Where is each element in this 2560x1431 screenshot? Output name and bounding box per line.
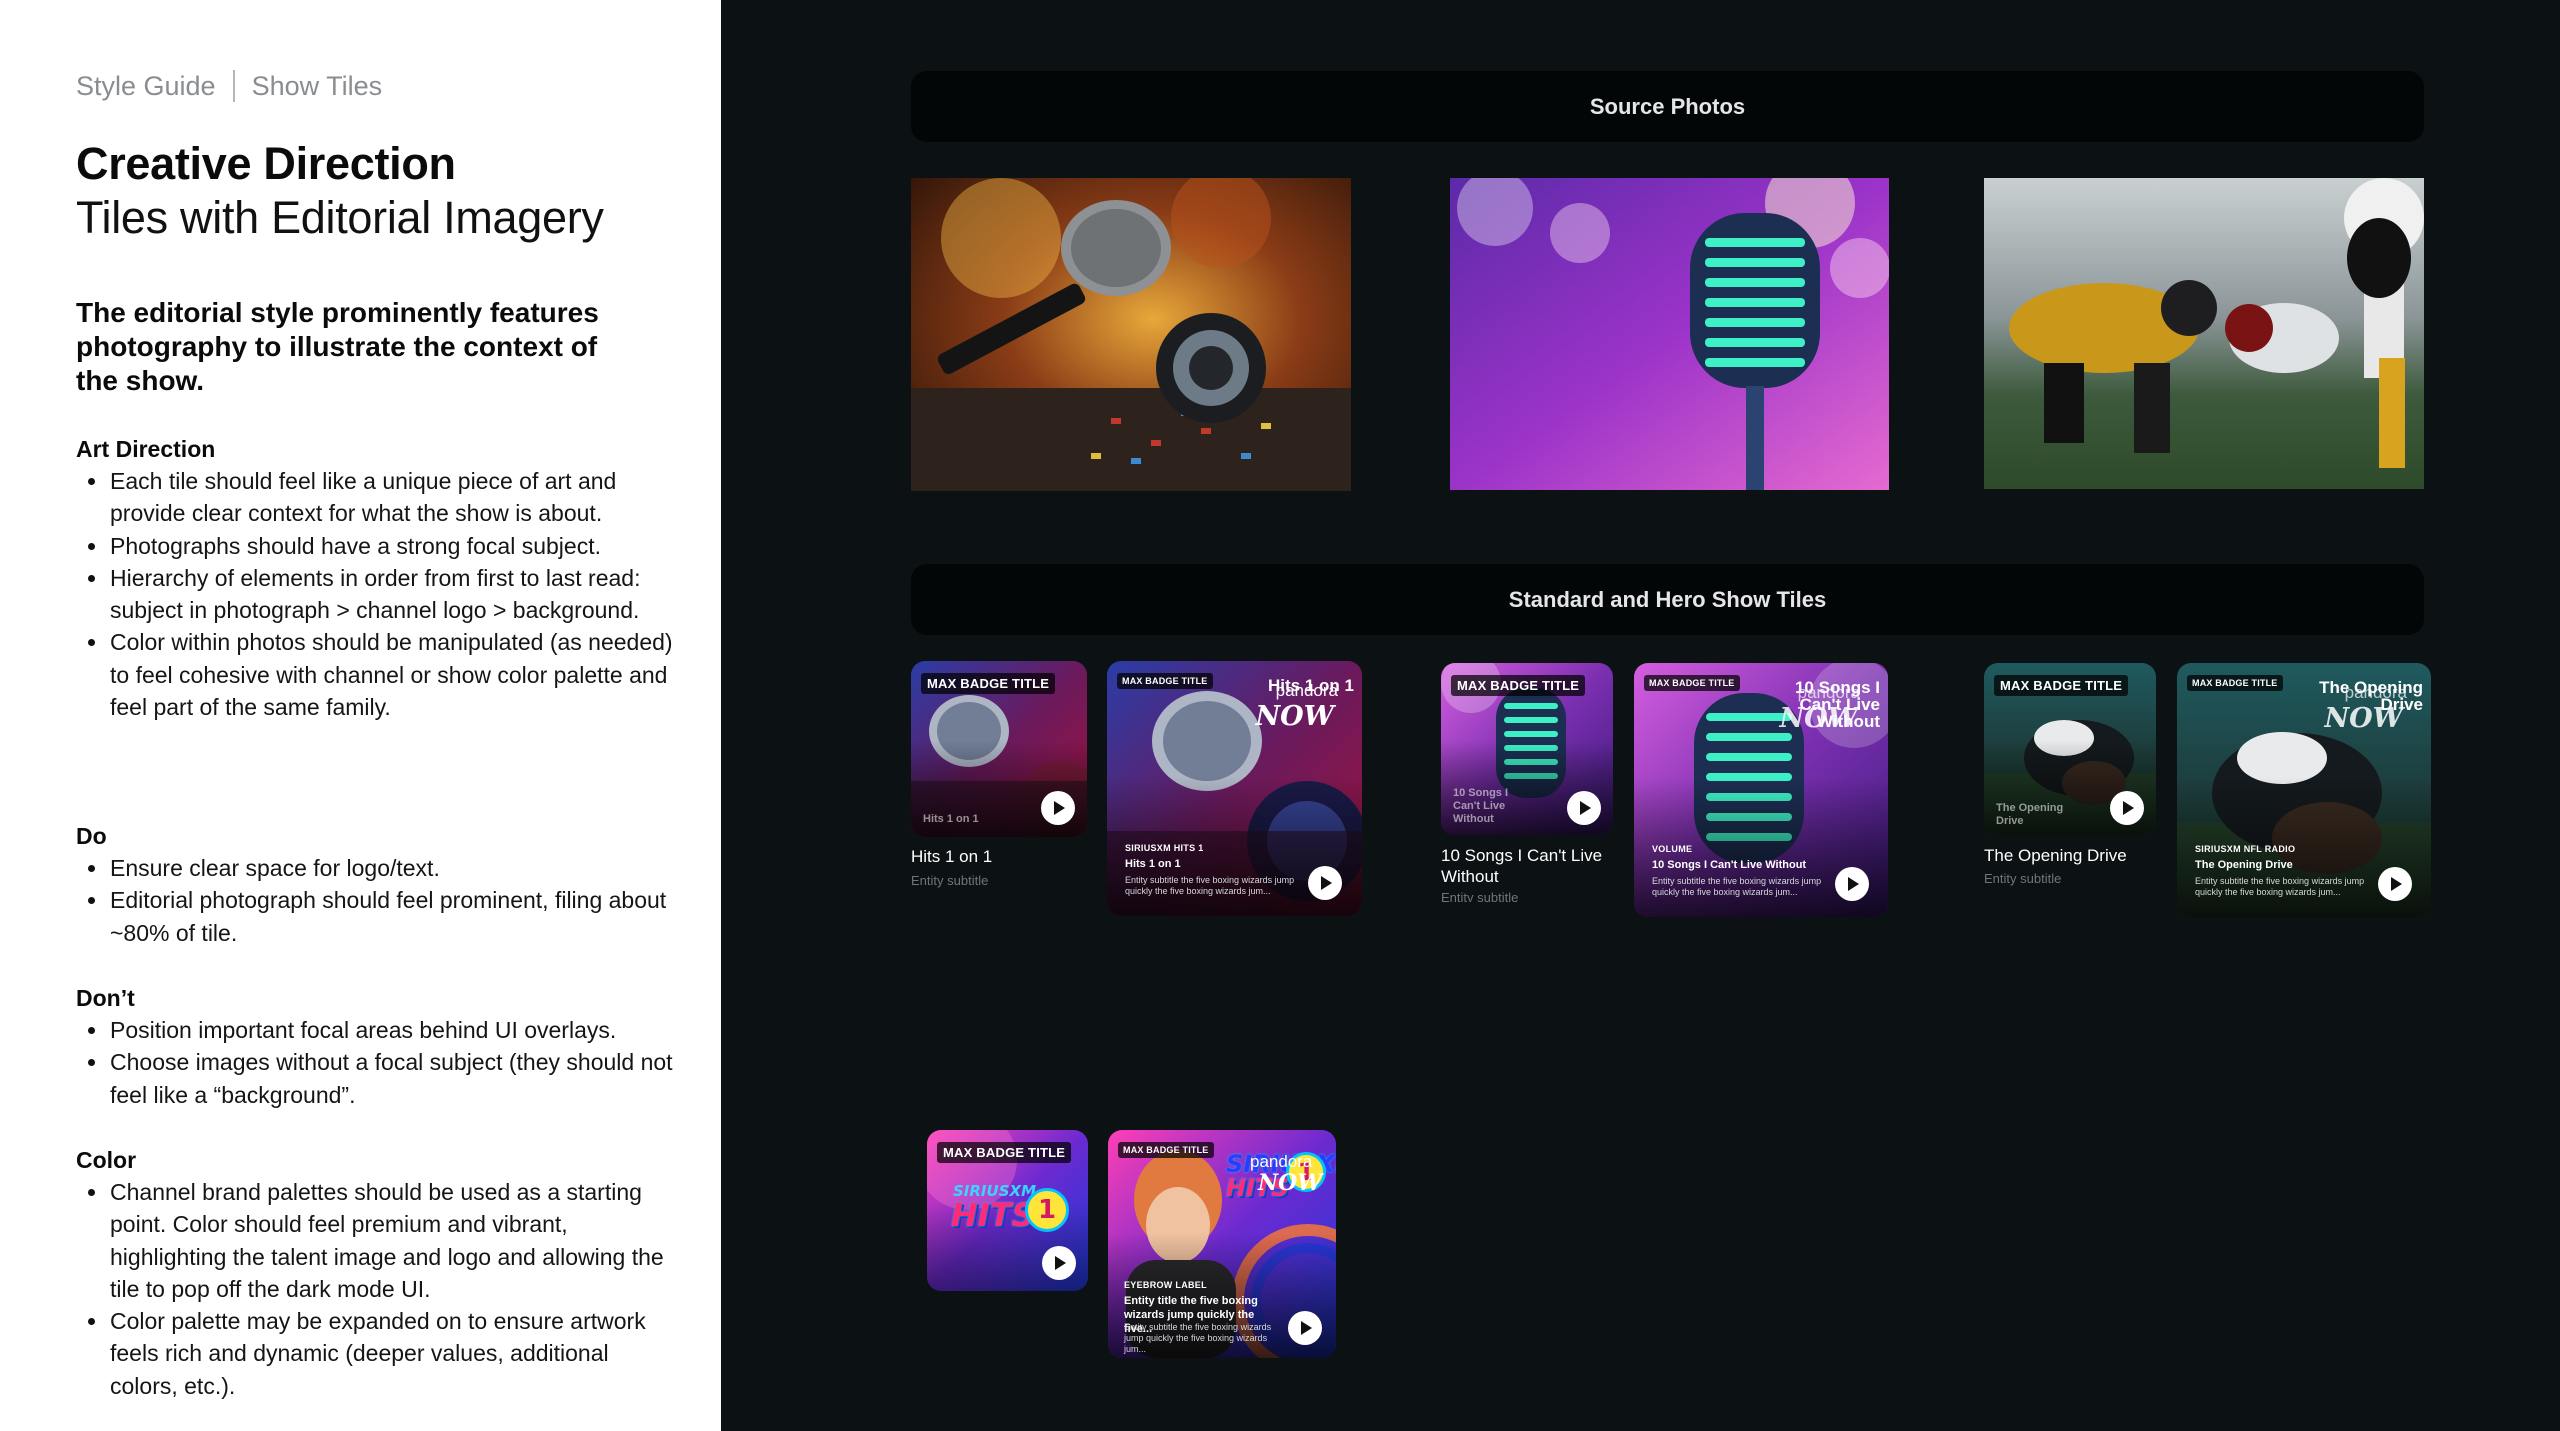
- list-item: Editorial photograph should feel promine…: [76, 884, 676, 949]
- breadcrumb-divider: [232, 70, 235, 102]
- pandora-now-logo: NOW: [1255, 701, 1334, 732]
- tile-title: Hits 1 on 1: [911, 847, 993, 866]
- max-badge: MAX BADGE TITLE: [921, 673, 1056, 694]
- max-badge: MAX BADGE TITLE: [1994, 675, 2129, 696]
- color-heading: Color: [76, 1147, 137, 1173]
- play-button[interactable]: [2110, 791, 2144, 825]
- color-list: Channel brand palettes should be used as…: [76, 1176, 676, 1402]
- tile-subtitle: Entity subtitle: [911, 873, 989, 888]
- list-item: Color within photos should be manipulate…: [76, 626, 676, 723]
- play-button[interactable]: [1041, 791, 1075, 825]
- standard-tile-drive[interactable]: MAX BADGE TITLE The Opening Drive: [1984, 663, 2156, 835]
- source-photos-header: Source Photos: [911, 71, 2424, 142]
- football-image: [1984, 178, 2424, 489]
- source-photo-neon-mic: [1450, 178, 1889, 490]
- dont-list: Position important focal areas behind UI…: [76, 1014, 676, 1111]
- hero-tile-drive[interactable]: MAX BADGE TITLE The Opening Drive pandor…: [2177, 663, 2431, 917]
- pandora-wordmark: pandora: [1275, 681, 1338, 700]
- list-item: Hierarchy of elements in order from firs…: [76, 562, 676, 627]
- list-item: Position important focal areas behind UI…: [76, 1014, 676, 1046]
- tile-art-text: 10 Songs I Can't Live Without: [1453, 787, 1509, 825]
- hero-description: Entity subtitle the five boxing wizards …: [1652, 876, 1822, 897]
- hero-tile-songs[interactable]: MAX BADGE TITLE 10 Songs I Can't Live Wi…: [1634, 663, 1888, 917]
- source-photo-mic-mixer: [911, 178, 1351, 491]
- max-badge: MAX BADGE TITLE: [1451, 675, 1586, 696]
- hero-eyebrow: VOLUME: [1652, 844, 1693, 854]
- play-button[interactable]: [1835, 867, 1869, 901]
- play-button[interactable]: [1288, 1311, 1322, 1345]
- list-item: Color palette may be expanded on to ensu…: [76, 1305, 676, 1402]
- breadcrumb: Style Guide Show Tiles: [76, 70, 382, 102]
- list-item: Each tile should feel like a unique piec…: [76, 465, 676, 530]
- list-item: Photographs should have a strong focal s…: [76, 530, 676, 562]
- list-item: Choose images without a focal subject (t…: [76, 1046, 676, 1111]
- play-button[interactable]: [1308, 866, 1342, 900]
- art-direction-list: Each tile should feel like a unique piec…: [76, 465, 676, 723]
- page-subtitle: Tiles with Editorial Imagery: [76, 192, 604, 243]
- max-badge: MAX BADGE TITLE: [937, 1142, 1072, 1163]
- show-tiles-header: Standard and Hero Show Tiles: [911, 564, 2424, 635]
- hero-title: The Opening Drive: [2195, 859, 2293, 871]
- hero-tile-hits[interactable]: MAX BADGE TITLE Hits 1 on 1 pandora NOW …: [1107, 661, 1362, 916]
- page-title: Creative Direction: [76, 138, 456, 189]
- pandora-now-logo: NOW: [1258, 1170, 1322, 1196]
- hero-description: Entity subtitle the five boxing wizards …: [1124, 1322, 1272, 1354]
- tile-subtitle: Entity subtitle: [1984, 871, 2062, 886]
- tile-subtitle: Entity subtitle: [1441, 890, 1519, 902]
- tile-title: 10 Songs I Can't Live Without: [1441, 846, 1603, 886]
- play-button[interactable]: [2378, 867, 2412, 901]
- play-button[interactable]: [1042, 1246, 1076, 1280]
- hits-1-logo: 1: [1025, 1188, 1069, 1232]
- hits-wordmark: HITS: [951, 1196, 1035, 1234]
- standard-tile-hits[interactable]: MAX BADGE TITLE Hits 1 on 1: [911, 661, 1087, 837]
- pandora-wordmark: pandora: [2344, 683, 2407, 702]
- play-button[interactable]: [1567, 791, 1601, 825]
- do-list: Ensure clear space for logo/text. Editor…: [76, 852, 676, 949]
- do-heading: Do: [76, 823, 107, 849]
- breadcrumb-page: Show Tiles: [251, 70, 383, 101]
- hero-eyebrow: SIRIUSXM HITS 1: [1125, 843, 1204, 853]
- hero-tile-sxm-talent[interactable]: MAX BADGE TITLE SIRIUSXM HITS 1 pandora …: [1108, 1130, 1336, 1358]
- max-badge: MAX BADGE TITLE: [2187, 675, 2283, 691]
- max-badge: MAX BADGE TITLE: [1644, 675, 1740, 691]
- neon-mic-image: [1450, 178, 1889, 490]
- list-item: Channel brand palettes should be used as…: [76, 1176, 676, 1305]
- max-badge: MAX BADGE TITLE: [1117, 673, 1213, 689]
- style-guide-panel: Style Guide Show Tiles Creative Directio…: [0, 0, 721, 1431]
- tile-title: The Opening Drive: [1984, 846, 2127, 865]
- tile-art-text: Hits 1 on 1: [923, 813, 979, 825]
- mic-mixer-image: [911, 178, 1351, 491]
- standard-tile-sxm-hits1[interactable]: MAX BADGE TITLE SIRIUSXM HITS 1: [927, 1130, 1088, 1291]
- pandora-now-logo: NOW: [1779, 703, 1858, 734]
- lead-paragraph: The editorial style prominently features…: [76, 297, 599, 396]
- hero-title: Hits 1 on 1: [1125, 858, 1181, 870]
- hero-title: 10 Songs I Can't Live Without: [1652, 859, 1807, 871]
- list-item: Ensure clear space for logo/text.: [76, 852, 676, 884]
- pandora-wordmark: pandora: [1797, 683, 1860, 702]
- source-photo-football: [1984, 178, 2424, 489]
- hero-eyebrow: SIRIUSXM NFL RADIO: [2195, 844, 2296, 854]
- pandora-now-logo: NOW: [2324, 703, 2403, 734]
- dont-heading: Don’t: [76, 985, 135, 1011]
- tile-art-text: The Opening Drive: [1996, 802, 2064, 827]
- hero-eyebrow: EYEBROW LABEL: [1124, 1280, 1207, 1290]
- hero-description: Entity subtitle the five boxing wizards …: [1125, 875, 1295, 896]
- pandora-wordmark: pandora: [1250, 1152, 1313, 1171]
- standard-tile-songs[interactable]: MAX BADGE TITLE 10 Songs I Can't Live Wi…: [1441, 663, 1613, 835]
- art-direction-heading: Art Direction: [76, 436, 216, 462]
- max-badge: MAX BADGE TITLE: [1118, 1142, 1214, 1158]
- hero-description: Entity subtitle the five boxing wizards …: [2195, 876, 2365, 897]
- breadcrumb-section[interactable]: Style Guide: [76, 71, 216, 102]
